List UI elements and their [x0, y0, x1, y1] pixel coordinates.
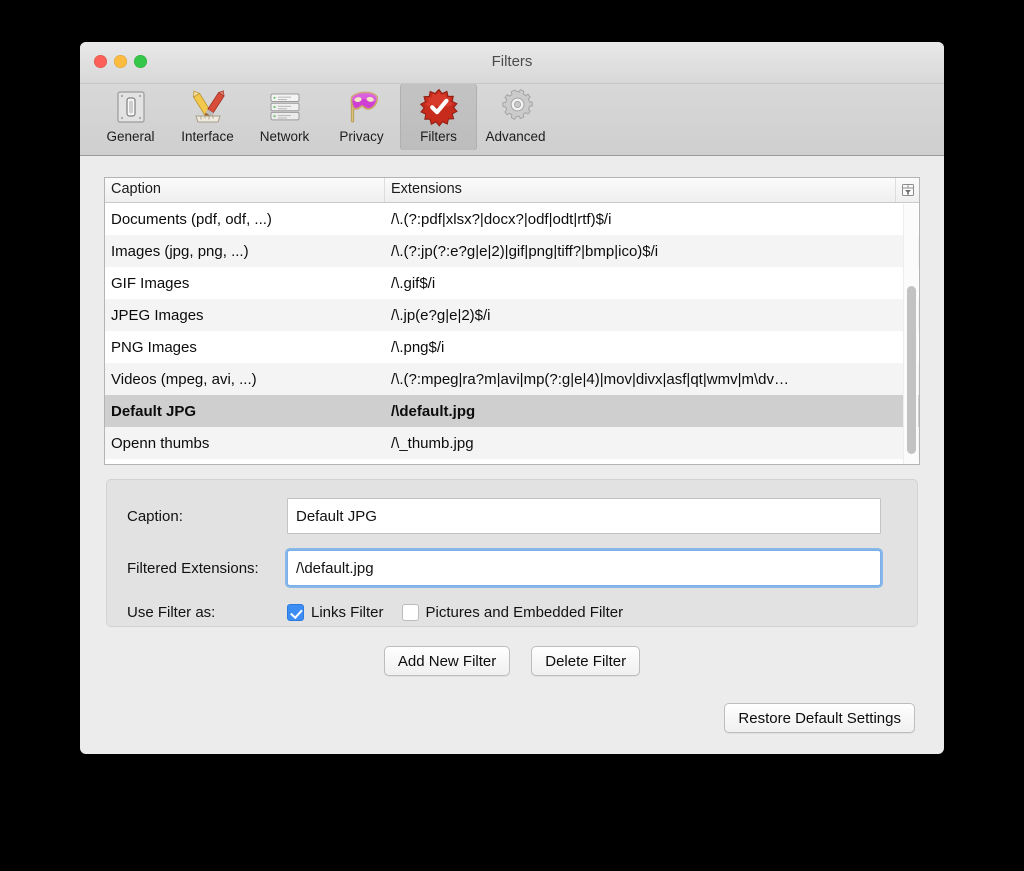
filtered-extensions-input[interactable]: /\default.jpg — [287, 550, 881, 586]
use-filter-as-row: Use Filter as: Links Filter Pictures and… — [107, 604, 917, 621]
toolbar-label-interface: Interface — [181, 129, 234, 144]
cell-extensions: /\default.jpg — [391, 402, 476, 420]
table-vertical-scrollbar[interactable] — [903, 204, 918, 464]
table-row[interactable]: PNG Images /\.png$/i — [105, 331, 919, 363]
table-row[interactable]: Videos (mpeg, avi, ...) /\.(?:mpeg|ra?m|a… — [105, 363, 919, 395]
pictures-filter-checkbox[interactable]: Pictures and Embedded Filter — [401, 604, 642, 621]
cell-caption: Default JPG — [111, 402, 197, 420]
toolbar-item-privacy[interactable]: Privacy — [323, 84, 400, 150]
filters-table[interactable]: Caption Extensions Documents (pdf, odf, … — [104, 177, 920, 465]
links-filter-checkbox[interactable]: Links Filter — [287, 604, 402, 621]
table-row[interactable]: Documents (pdf, odf, ...) /\.(?:pdf|xlsx?… — [105, 203, 919, 235]
pencil-ruler-brush-icon — [188, 87, 228, 127]
preferences-toolbar: General Interface Network Privacy Filter… — [80, 84, 944, 156]
links-filter-label: Links Filter — [311, 604, 384, 621]
toolbar-item-advanced[interactable]: Advanced — [477, 84, 554, 150]
table-row[interactable]: JPEG Images /\.jp(e?g|e|2)$/i — [105, 299, 919, 331]
window-title: Filters — [491, 53, 533, 70]
column-options-icon[interactable] — [895, 178, 919, 202]
toolbar-label-filters: Filters — [420, 129, 457, 144]
toolbar-item-interface[interactable]: Interface — [169, 84, 246, 150]
titlebar: Filters — [80, 42, 944, 84]
cell-extensions: /\.png$/i — [391, 338, 445, 356]
use-filter-as-label: Use Filter as: — [127, 604, 216, 621]
toolbar-label-advanced: Advanced — [485, 129, 546, 144]
toolbar-label-network: Network — [259, 129, 310, 144]
cell-caption: Videos (mpeg, avi, ...) — [111, 370, 257, 388]
cell-extensions: /\.(?:jp(?:e?g|e|2)|gif|png|tiff?|bmp|ic… — [391, 242, 659, 260]
caption-row: Caption: Default JPG — [107, 498, 917, 534]
filtered-extensions-row: Filtered Extensions: /\default.jpg — [107, 550, 917, 586]
table-body: Documents (pdf, odf, ...) /\.(?:pdf|xlsx?… — [105, 203, 919, 459]
cell-extensions: /\_thumb.jpg — [391, 434, 474, 452]
cell-extensions: /\.(?:mpeg|ra?m|avi|mp(?:g|e|4)|mov|divx… — [391, 370, 789, 388]
filter-detail-panel: Caption: Default JPG Filtered Extensions… — [106, 479, 918, 627]
cell-caption: Documents (pdf, odf, ...) — [111, 210, 272, 228]
table-row[interactable]: Images (jpg, png, ...) /\.(?:jp(?:e?g|e|2… — [105, 235, 919, 267]
switch-plate-icon — [111, 87, 151, 127]
toolbar-label-general: General — [106, 129, 155, 144]
table-row[interactable]: GIF Images /\.gif$/i — [105, 267, 919, 299]
pictures-filter-checkbox-box[interactable] — [401, 604, 419, 621]
column-header-extensions[interactable]: Extensions — [385, 178, 919, 202]
column-header-caption[interactable]: Caption — [105, 178, 385, 202]
toolbar-item-filters[interactable]: Filters — [400, 84, 477, 150]
delete-filter-button[interactable]: Delete Filter — [531, 646, 641, 676]
filter-action-buttons: Add New Filter Delete Filter — [80, 646, 944, 676]
cell-caption: Openn thumbs — [111, 434, 210, 452]
links-filter-checkbox-box[interactable] — [287, 604, 304, 621]
cell-caption: JPEG Images — [111, 306, 204, 324]
table-header: Caption Extensions — [105, 178, 919, 203]
toolbar-item-network[interactable]: Network — [246, 84, 323, 150]
cell-caption: PNG Images — [111, 338, 197, 356]
add-new-filter-button[interactable]: Add New Filter — [383, 646, 511, 676]
caption-input[interactable]: Default JPG — [287, 498, 881, 534]
filtered-extensions-label: Filtered Extensions: — [127, 559, 259, 577]
cell-caption: GIF Images — [111, 274, 190, 292]
server-stack-icon — [265, 87, 305, 127]
table-row[interactable]: Openn thumbs /\_thumb.jpg — [105, 427, 919, 459]
cell-extensions: /\.gif$/i — [391, 274, 436, 292]
table-row[interactable]: Default JPG /\default.jpg — [105, 395, 919, 427]
red-starburst-check-icon — [419, 87, 459, 127]
mask-icon — [342, 87, 382, 127]
toolbar-item-general[interactable]: General — [92, 84, 169, 150]
caption-label: Caption: — [127, 507, 183, 525]
gear-icon — [496, 87, 536, 127]
restore-default-settings-button[interactable]: Restore Default Settings — [724, 703, 915, 733]
toolbar-label-privacy: Privacy — [339, 129, 384, 144]
cell-extensions: /\.jp(e?g|e|2)$/i — [391, 306, 491, 324]
cell-caption: Images (jpg, png, ...) — [111, 242, 249, 260]
cell-extensions: /\.(?:pdf|xlsx?|docx?|odf|odt|rtf)$/i — [391, 210, 612, 228]
preferences-window: Filters General Interface Network Privac… — [80, 42, 944, 754]
scrollbar-thumb[interactable] — [907, 286, 916, 454]
pictures-filter-label: Pictures and Embedded Filter — [425, 604, 624, 621]
restore-defaults-row: Restore Default Settings — [724, 703, 915, 733]
